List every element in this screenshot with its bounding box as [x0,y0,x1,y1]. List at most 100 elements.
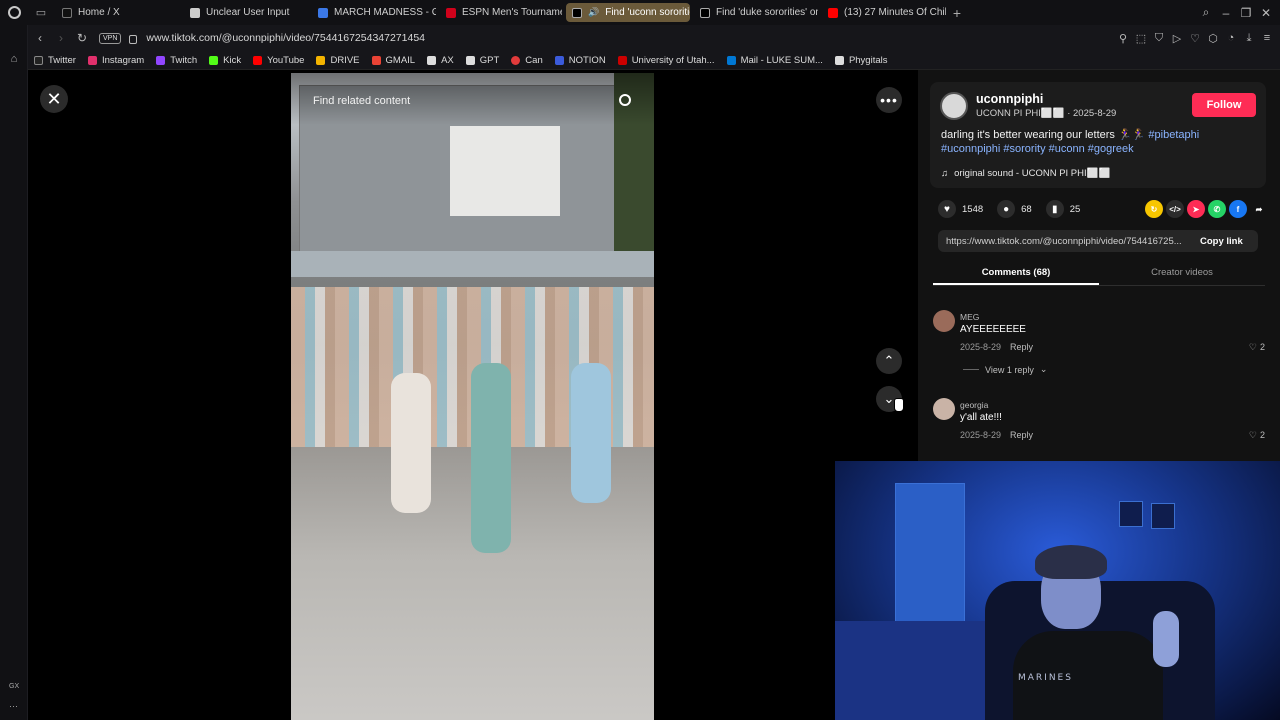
reply-button[interactable]: Reply [1010,430,1033,440]
tab-espn[interactable]: ESPN Men's Tournament [440,3,562,22]
like-button[interactable]: ♥ 1548 [938,200,983,218]
tab-unclear-user-input[interactable]: Unclear User Input [184,3,308,22]
bookmark-label: GMAIL [385,54,416,66]
post-caption: darling it's better wearing our letters … [941,128,1257,156]
outlook-icon [726,55,736,65]
whatsapp-icon[interactable]: ✆ [1208,200,1226,218]
tab-creator-videos[interactable]: Creator videos [1099,262,1265,285]
bookmark-gpt[interactable]: GPT [465,55,499,66]
wall-frame [1119,501,1143,527]
player-icon[interactable]: ▷ [1168,32,1186,45]
bookmark-gmail[interactable]: GMAIL [371,54,416,66]
comment-like-button[interactable]: ♡ 2 [1249,430,1265,441]
follow-button[interactable]: Follow [1192,93,1256,117]
facebook-icon[interactable]: f [1229,200,1247,218]
author-name[interactable]: uconnpiphi [976,92,1043,106]
shield-icon[interactable]: ⛉ [1150,32,1168,45]
tab-menu-icon[interactable]: ▭ [28,0,54,25]
tab-uconn-sororities[interactable]: 🔊 Find 'uconn sororities [566,3,690,22]
forward-icon[interactable]: › [52,31,70,45]
send-icon[interactable]: ➤ [1187,200,1205,218]
new-tab-button[interactable]: + [948,5,966,21]
search-tabs-icon[interactable]: ⌕ [1196,5,1216,20]
tab-label: Find 'duke sororities' on T [716,7,818,18]
previous-video-button[interactable]: ⌃ [876,348,902,374]
reload-icon[interactable]: ↻ [73,31,91,45]
pin-icon[interactable]: ⚲ [1114,32,1132,45]
embed-icon[interactable]: </> [1166,200,1184,218]
home-icon[interactable]: ⌂ [7,53,21,67]
bookmark-kick[interactable]: Kick [209,55,241,66]
maximize-icon[interactable]: ❐ [1236,6,1256,20]
minimize-icon[interactable]: – [1216,6,1236,20]
bookmark-youtube[interactable]: YouTube [253,55,304,66]
heart-outline-icon: ♡ [1248,430,1257,440]
avatar[interactable] [933,310,955,332]
heart-icon: ♥ [938,200,956,218]
reply-button[interactable]: Reply [1010,342,1033,352]
menu-icon[interactable]: ≡ [1258,32,1276,44]
tab-march-madness[interactable]: MARCH MADNESS - Goog [312,3,436,22]
video-search-overlay[interactable]: Find related content [291,73,654,125]
share-link-field[interactable]: https://www.tiktok.com/@uconnpiphi/video… [946,236,1192,247]
bookmark-notion[interactable]: NOTION [554,55,606,66]
copy-link-button[interactable]: Copy link [1200,236,1243,247]
opera-logo-icon[interactable] [0,0,28,25]
utah-icon [617,55,627,65]
comment-meta: 2025-8-29 Reply [960,430,1033,440]
tab-home-x[interactable]: Home / X [56,3,180,22]
bookmark-instagram[interactable]: Instagram [87,55,144,66]
sound-link[interactable]: ♫ original sound - UCONN PI PHI⬜⬜ [941,168,1110,179]
comment-like-button[interactable]: ♡ 2 [1249,342,1265,353]
tab-label: Find 'uconn sororities [605,7,690,18]
url-field[interactable]: www.tiktok.com/@uconnpiphi/video/7544167… [146,32,425,44]
bookmark-twitch[interactable]: Twitch [156,55,197,66]
lock-icon[interactable] [129,34,138,44]
more-options-button[interactable]: ••• [876,87,902,113]
bookmark-twitter[interactable]: Twitter [34,55,76,66]
search-icon[interactable] [619,94,631,106]
bookmark-ax[interactable]: AX [427,55,454,66]
snapshot-icon[interactable]: ⬚ [1132,32,1150,45]
comment-username[interactable]: MEG [960,312,979,322]
author-subtitle: UCONN PI PHI⬜⬜ · 2025-8-29 [976,108,1117,119]
openai-icon [465,55,475,65]
bookmark-mail[interactable]: Mail - LUKE SUM... [726,55,823,66]
tab-bar: ▭ Home / X Unclear User Input MARCH MADN… [0,0,1280,25]
download-icon[interactable]: ⤓ [1240,32,1258,45]
hashtag-link[interactable]: #pibetaphi [1148,129,1199,141]
wallet-icon[interactable]: ◔ [1222,32,1240,44]
back-icon[interactable]: ‹ [31,31,49,45]
bookmark-drive[interactable]: DRIVE [316,55,360,66]
tab-comments[interactable]: Comments (68) [933,262,1099,285]
gx-label: GX [9,683,20,690]
canvas-icon [511,55,521,65]
more-icon[interactable]: ··· [9,701,18,711]
ax-icon [427,55,437,65]
hashtag-link[interactable]: #uconnpiphi #sorority #uconn #gogreek [941,143,1134,155]
tab-duke-sororities[interactable]: Find 'duke sororities' on T [694,3,818,22]
comment-username[interactable]: georgia [960,400,988,410]
comment-item: MEG AYEEEEEEEE 2025-8-29 Reply ♡ 2 View … [933,310,1265,380]
bookmark-phygitals[interactable]: Phygitals [834,55,888,66]
close-window-icon[interactable]: ✕ [1256,6,1276,20]
video-player[interactable]: Find related content [291,73,654,720]
bookmark-university-of-utah[interactable]: University of Utah... [617,55,715,66]
tab-youtube-chill[interactable]: (13) 27 Minutes Of Chill De [822,3,946,22]
avatar[interactable] [933,398,955,420]
avatar[interactable] [940,92,968,120]
vpn-badge[interactable]: VPN [99,32,122,44]
close-button[interactable]: ✕ [40,85,68,113]
gmail-icon [371,55,381,65]
video-search-placeholder[interactable]: Find related content [313,95,410,107]
heart-icon[interactable]: ♡ [1186,32,1204,45]
comment-date: 2025-8-29 [960,342,1002,352]
view-replies-button[interactable]: View 1 reply ⌄ [963,364,1047,375]
extensions-icon[interactable]: ⬡ [1204,32,1222,45]
bookmark-label: Twitter [48,54,76,66]
bookmark-can[interactable]: Can [511,55,543,66]
comment-button[interactable]: ● 68 [997,200,1032,218]
save-button[interactable]: ▮ 25 [1045,200,1080,218]
repost-icon[interactable]: ↻ [1145,200,1163,218]
share-arrow-icon[interactable]: ➦ [1250,200,1268,218]
